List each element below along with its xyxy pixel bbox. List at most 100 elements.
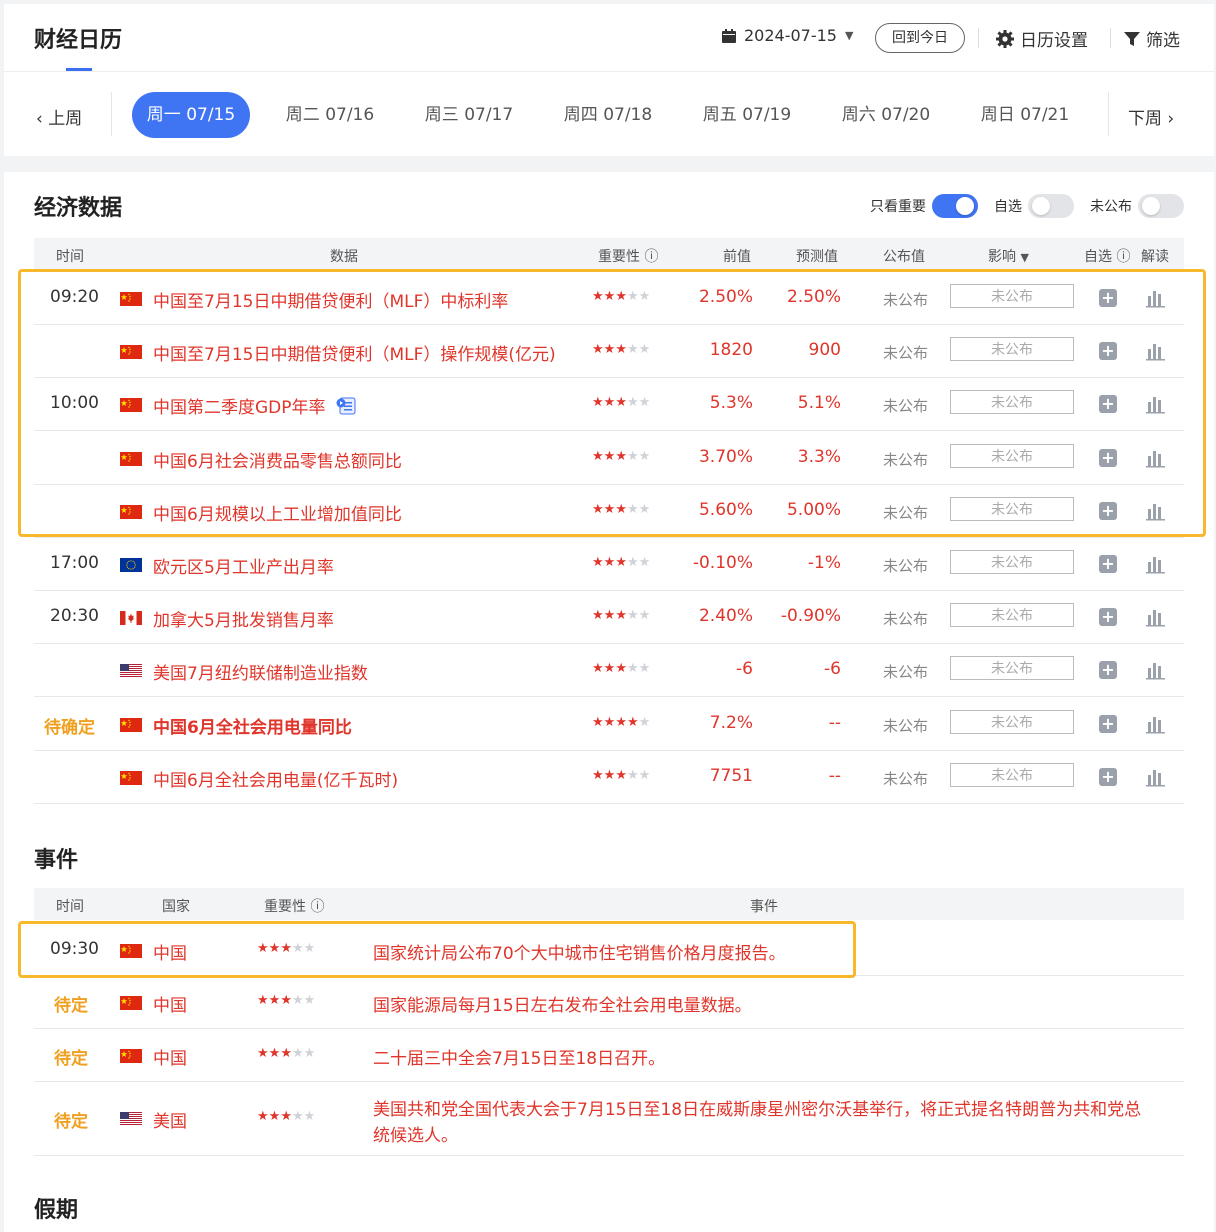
flag-cn-icon [120,770,142,785]
economic-row[interactable]: 20:30 加拿大5月批发销售月率 ★★★★★ 2.40% -0.90% 未公布 未公布 + [34,590,1184,645]
col-impact[interactable]: 影响 ▼ [988,246,1029,266]
bar-chart-icon[interactable] [1146,660,1166,680]
indicator-title-text: 加拿大5月批发销售月率 [153,611,334,632]
previous-week-button[interactable]: ‹ 上周 [36,104,82,129]
add-watchlist-button[interactable]: + [1099,608,1117,627]
toggle-unpublished[interactable]: 未公布 [1090,194,1184,218]
event-row[interactable]: 待定 中国 ★★★★★ 二十届三中全会7月15日至18日召开。 [34,1028,1184,1082]
day-tab-sat[interactable]: 周六 07/20 [827,92,945,138]
col-interpret: 解读 [1141,249,1169,265]
bar-chart-icon[interactable] [1146,714,1166,734]
event-time: 待定 [54,1112,88,1132]
event-country: 中国 [153,995,187,1016]
flag-ca-icon [120,610,142,626]
add-watchlist-button[interactable]: + [1099,661,1117,680]
caret-down-icon: ▼ [1020,251,1029,264]
header-card: 财经日历 2024-07-15 ▼ 回到今日 日历设置 筛选 ‹ 上周 周一 0… [4,4,1214,156]
row-time: 待确定 [44,717,95,738]
watchlist-switch[interactable] [1028,194,1074,218]
add-watchlist-button[interactable]: + [1099,555,1117,573]
day-tab-thu[interactable]: 周四 07/18 [549,92,667,138]
chevron-right-icon: › [1167,109,1175,129]
col-data: 数据 [330,249,358,265]
day-tab-wed[interactable]: 周三 07/17 [410,92,528,138]
date-value: 2024-07-15 [744,26,837,45]
event-row[interactable]: 待定 中国 ★★★★★ 国家能源局每月15日左右发布全社会用电量数据。 [34,975,1184,1029]
impact-box: 未公布 [950,550,1074,574]
indicator-title[interactable]: 美国7月纽约联储制造业指数 [153,659,368,684]
event-row[interactable]: 待定 美国 ★★★★★ 美国共和党全国代表大会于7月15日至18日在威斯康星州密尔沃基… [34,1081,1184,1156]
event-country: 中国 [153,1048,187,1069]
impact-box: 未公布 [950,656,1074,681]
actual-value: 未公布 [883,769,929,788]
forecast-value: -1% [807,553,841,573]
previous-value: -0.10% [692,553,753,573]
important-switch[interactable] [932,194,978,218]
back-to-today-button[interactable]: 回到今日 [875,23,965,53]
previous-value: 7.2% [709,712,753,733]
calendar-settings-button[interactable]: 日历设置 [996,26,1088,51]
actual-value: 未公布 [883,557,929,575]
toggle-bar: 只看重要 自选 未公布 [854,194,1184,218]
event-country: 美国 [153,1112,187,1132]
importance-stars: ★★★★★ [592,555,651,570]
col-actual: 公布值 [883,249,925,265]
economic-table-header: 时间 数据 重要性 ⓘ 前值 预测值 公布值 影响 ▼ 自选 ⓘ 解读 [34,238,1184,270]
economic-row[interactable]: 中国6月全社会用电量(亿千瓦时) ★★★★★ 7751 -- 未公布 未公布 + [34,750,1184,804]
event-time: 待定 [54,1048,88,1069]
main-card: 经济数据 只看重要 自选 未公布 时间 数据 重要性 ⓘ 前值 预测值 公布值 … [4,172,1214,1232]
economic-row[interactable]: 待确定 中国6月全社会用电量同比 ★★★★★ 7.2% -- 未公布 未公布 + [34,697,1184,751]
highlight-box [18,921,856,978]
day-tab-sun[interactable]: 周日 07/21 [966,92,1084,138]
forecast-value: -6 [824,659,841,680]
event-text: 国家能源局每月15日左右发布全社会用电量数据。 [373,995,752,1016]
event-time: 待定 [54,995,88,1016]
importance-stars: ★★★★★ [592,661,651,677]
filter-label: 筛选 [1146,31,1180,51]
day-tab-mon[interactable]: 周一 07/15 [132,92,250,138]
indicator-title-text: 美国7月纽约联储制造业指数 [153,664,368,685]
economic-data-title: 经济数据 [34,196,123,221]
toggle-label: 未公布 [1090,199,1132,215]
unpublished-switch[interactable] [1138,194,1184,218]
date-picker[interactable]: 2024-07-15 ▼ [722,26,853,45]
toggle-watchlist[interactable]: 自选 [994,194,1074,218]
importance-stars: ★★★★★ [257,1109,316,1124]
next-week-button[interactable]: 下周 › [1128,104,1174,129]
bar-chart-icon[interactable] [1146,607,1166,627]
economic-row[interactable]: 美国7月纽约联储制造业指数 ★★★★★ -6 -6 未公布 未公布 + [34,643,1184,698]
flag-cn-icon [120,995,142,1010]
indicator-title[interactable]: 中国6月全社会用电量同比 [153,713,352,738]
indicator-title[interactable]: 中国6月全社会用电量(亿千瓦时) [153,766,398,791]
event-text-cont: 统候选人。 [373,1126,458,1146]
col-time: 时间 [56,899,84,915]
row-time: 20:30 [50,606,99,627]
add-watchlist-button[interactable]: + [1099,767,1117,786]
previous-value: -6 [736,659,753,680]
indicator-title-text: 中国6月全社会用电量(亿千瓦时) [153,770,399,791]
day-tab-tue[interactable]: 周二 07/16 [271,92,389,138]
flag-eu-icon [120,557,142,572]
info-icon: ⓘ [310,899,325,915]
bar-chart-icon[interactable] [1146,767,1166,787]
previous-value: 7751 [709,765,753,786]
importance-stars: ★★★★★ [257,992,316,1008]
previous-value: 2.40% [698,606,753,627]
importance-stars: ★★★★★ [257,1045,316,1061]
filter-button[interactable]: 筛选 [1124,26,1180,51]
indicator-title[interactable]: 欧元区5月工业产出月率 [153,553,334,578]
add-watchlist-button[interactable]: + [1099,714,1117,733]
events-title: 事件 [34,848,79,873]
bar-chart-icon[interactable] [1146,554,1166,574]
col-importance: 重要性 ⓘ [264,899,325,915]
flag-cn-icon [120,1048,142,1063]
col-forecast: 预测值 [796,249,838,265]
importance-stars: ★★★★★ [592,714,651,730]
next-week-label: 下周 [1128,109,1162,129]
day-tab-fri[interactable]: 周五 07/19 [688,92,806,138]
indicator-title[interactable]: 加拿大5月批发销售月率 [153,606,334,631]
settings-label: 日历设置 [1020,31,1088,51]
col-importance: 重要性 ⓘ [598,249,659,265]
economic-row[interactable]: 17:00 欧元区5月工业产出月率 ★★★★★ -0.10% -1% 未公布 未公布 + [34,537,1184,591]
toggle-important-only[interactable]: 只看重要 [870,194,978,218]
